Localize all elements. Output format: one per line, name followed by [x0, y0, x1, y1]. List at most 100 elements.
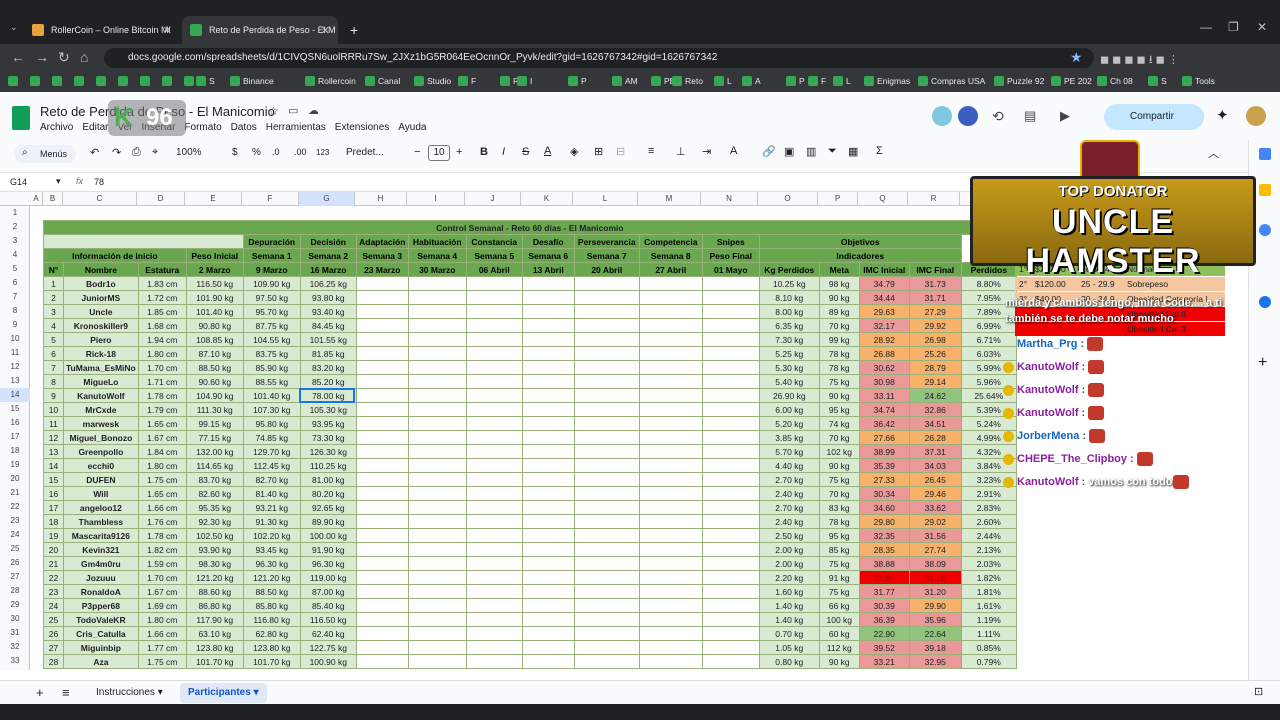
table-cell[interactable]: 1.72 cm [137, 290, 187, 305]
table-cell[interactable] [407, 416, 467, 431]
table-cell[interactable]: RonaldoA [63, 584, 139, 599]
table-cell[interactable]: 129.70 kg [242, 444, 301, 459]
fill-color-icon[interactable]: ◈ [570, 145, 578, 158]
table-cell[interactable] [465, 360, 523, 375]
row-header[interactable]: 10 [0, 332, 30, 346]
table-cell[interactable]: 90 kg [818, 654, 860, 669]
table-cell[interactable] [521, 654, 575, 669]
table-cell[interactable] [573, 500, 640, 515]
table-cell[interactable]: 4.40 kg [758, 458, 820, 473]
table-cell[interactable] [638, 402, 703, 417]
table-cell[interactable]: 99.15 kg [185, 416, 244, 431]
column-header[interactable]: J [465, 192, 521, 206]
table-cell[interactable] [521, 430, 575, 445]
table-cell[interactable]: 93.21 kg [242, 500, 301, 515]
name-box[interactable]: G14 [10, 177, 27, 187]
table-cell[interactable] [701, 430, 760, 445]
table-cell[interactable]: 1.40 kg [758, 612, 820, 627]
table-cell[interactable]: Will [63, 486, 139, 501]
sub-header[interactable]: Semana 3 [355, 248, 409, 263]
table-cell[interactable]: 22.90 [858, 626, 910, 641]
table-cell[interactable]: 24.62 [908, 388, 962, 403]
table-cell[interactable] [355, 430, 409, 445]
table-cell[interactable]: 39.52 [858, 640, 910, 655]
table-cell[interactable] [355, 290, 409, 305]
align-icon[interactable]: ≡ [648, 145, 654, 157]
table-cell[interactable] [521, 458, 575, 473]
table-cell[interactable]: 90 kg [818, 388, 860, 403]
table-cell[interactable] [701, 290, 760, 305]
table-cell[interactable]: 17 [43, 500, 64, 515]
close-window-icon[interactable]: ✕ [1257, 20, 1267, 34]
table-cell[interactable]: 2.00 kg [758, 556, 820, 571]
bookmark-item[interactable]: L [833, 76, 851, 86]
bookmark-item[interactable]: I [517, 76, 532, 86]
table-cell[interactable]: 119.00 kg [299, 570, 357, 585]
row-header[interactable]: 6 [0, 276, 30, 290]
table-cell[interactable] [465, 612, 523, 627]
table-cell[interactable]: 102.50 kg [185, 528, 244, 543]
column-label[interactable]: 30 Marzo [407, 262, 467, 277]
row-header[interactable]: 5 [0, 262, 30, 276]
bookmark-item[interactable]: AM [612, 76, 638, 86]
column-header[interactable]: A [30, 192, 43, 206]
table-cell[interactable]: 2.03% [960, 556, 1017, 571]
column-label[interactable]: 01 Mayo [701, 262, 760, 277]
table-cell[interactable]: 101.40 kg [242, 388, 301, 403]
group-header[interactable] [43, 234, 244, 249]
table-cell[interactable]: 96.30 kg [299, 556, 357, 571]
functions-icon[interactable]: Σ [876, 145, 883, 157]
table-cell[interactable] [521, 556, 575, 571]
close-tab-icon[interactable]: ✕ [163, 24, 172, 37]
column-header[interactable]: B [43, 192, 63, 206]
bookmark-item[interactable]: Rollercoin [305, 76, 356, 86]
table-cell[interactable]: 1.69 cm [137, 598, 187, 613]
table-cell[interactable]: 78 kg [818, 514, 860, 529]
table-cell[interactable]: 126.30 kg [299, 444, 357, 459]
table-cell[interactable]: 100.00 kg [299, 528, 357, 543]
table-cell[interactable] [407, 570, 467, 585]
table-cell[interactable] [465, 500, 523, 515]
table-cell[interactable]: 85.20 kg [299, 374, 357, 389]
table-cell[interactable]: 29.02 [908, 514, 962, 529]
table-cell[interactable]: 33.21 [858, 654, 910, 669]
row-header[interactable]: 4 [0, 248, 30, 262]
table-cell[interactable]: 1.61% [960, 598, 1017, 613]
table-cell[interactable]: 26.90 kg [758, 388, 820, 403]
undo-icon[interactable]: ↶ [90, 146, 99, 159]
table-cell[interactable] [701, 570, 760, 585]
table-cell[interactable]: 105.30 kg [299, 402, 357, 417]
column-label[interactable]: 13 Abril [521, 262, 575, 277]
table-cell[interactable] [521, 500, 575, 515]
row-header[interactable]: 21 [0, 486, 30, 500]
table-cell[interactable]: 23 [43, 584, 64, 599]
table-cell[interactable] [701, 598, 760, 613]
table-cell[interactable]: 116.50 kg [299, 612, 357, 627]
table-cell[interactable]: 83.20 kg [299, 360, 357, 375]
table-cell[interactable]: 41.94 [858, 570, 910, 585]
table-cell[interactable] [407, 318, 467, 333]
table-cell[interactable] [465, 654, 523, 669]
video-call-icon[interactable]: ▶ [1060, 108, 1070, 124]
reload-icon[interactable]: ↻ [58, 49, 70, 66]
bookmark-item[interactable]: Compras USA [918, 76, 985, 86]
table-cell[interactable]: 5.40 kg [758, 374, 820, 389]
table-cell[interactable]: 0.80 kg [758, 654, 820, 669]
table-cell[interactable] [701, 472, 760, 487]
table-cell[interactable]: 32.17 [858, 318, 910, 333]
table-cell[interactable]: 87.00 kg [299, 584, 357, 599]
table-cell[interactable]: 100 kg [818, 612, 860, 627]
table-cell[interactable]: 19 [43, 528, 64, 543]
table-cell[interactable]: DUFEN [63, 472, 139, 487]
table-cell[interactable]: 1.70 cm [137, 570, 187, 585]
table-cell[interactable]: 101.70 kg [185, 654, 244, 669]
table-cell[interactable]: 27.29 [908, 304, 962, 319]
table-cell[interactable]: P3pper68 [63, 598, 139, 613]
table-cell[interactable]: 83 kg [818, 500, 860, 515]
table-cell[interactable] [465, 556, 523, 571]
borders-icon[interactable]: ⊞ [594, 145, 603, 158]
table-cell[interactable]: 1.76 cm [137, 514, 187, 529]
table-cell[interactable]: 18 [43, 514, 64, 529]
table-cell[interactable] [638, 318, 703, 333]
sheet-title[interactable]: Control Semanal - Reto 60 días - El Mani… [43, 220, 1017, 235]
